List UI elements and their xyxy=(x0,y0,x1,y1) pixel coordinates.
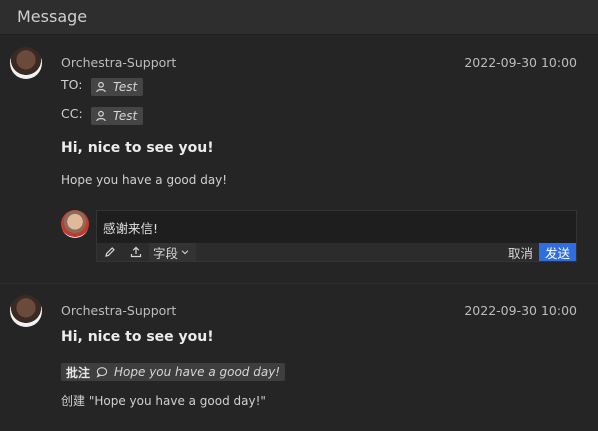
upload-button[interactable] xyxy=(123,243,149,261)
sender-avatar[interactable] xyxy=(10,47,42,79)
message-time: 2022-09-30 10:00 xyxy=(464,303,577,318)
comment-icon xyxy=(96,367,108,378)
annotation-text: Hope you have a good day! xyxy=(114,365,281,379)
fields-label: 字段 xyxy=(153,245,179,261)
cancel-button[interactable]: 取消 xyxy=(502,243,539,261)
message-subject: Hi, nice to see you! xyxy=(61,329,214,345)
reply-toolbar: 字段 取消 发送 xyxy=(97,243,576,261)
annotation-badge[interactable]: 批注 Hope you have a good day! xyxy=(61,363,286,381)
edit-button[interactable] xyxy=(97,243,123,261)
page-title: Message xyxy=(17,7,88,26)
chevron-down-icon xyxy=(181,250,189,255)
to-recipient-chip[interactable]: Test xyxy=(91,78,144,96)
sender-name: Orchestra-Support xyxy=(61,55,177,70)
message-item: Orchestra-Support 2022-09-30 10:00 Hi, n… xyxy=(0,283,598,431)
message-header: Message xyxy=(0,0,598,35)
pencil-icon xyxy=(105,247,115,257)
reply-composer: 字段 取消 发送 xyxy=(96,210,577,262)
send-button[interactable]: 发送 xyxy=(538,243,576,261)
cc-recipient-chip[interactable]: Test xyxy=(91,107,144,125)
reply-user-avatar xyxy=(61,210,89,238)
user-icon xyxy=(96,110,106,122)
sender-avatar[interactable] xyxy=(10,295,42,327)
to-label: TO: xyxy=(61,77,83,92)
annotation-tag: 批注 xyxy=(66,365,91,380)
to-recipient-name: Test xyxy=(113,80,138,94)
reply-input[interactable] xyxy=(97,211,576,243)
sender-name: Orchestra-Support xyxy=(61,303,177,318)
fields-dropdown[interactable]: 字段 xyxy=(149,243,197,261)
cc-label: CC: xyxy=(61,106,83,121)
cc-recipient-name: Test xyxy=(113,109,138,123)
message-time: 2022-09-30 10:00 xyxy=(464,55,577,70)
user-icon xyxy=(96,81,106,93)
created-note: 创建 "Hope you have a good day!" xyxy=(61,394,266,408)
message-item: Orchestra-Support 2022-09-30 10:00 TO: T… xyxy=(0,36,598,282)
upload-icon xyxy=(130,246,142,258)
message-subject: Hi, nice to see you! xyxy=(61,140,214,156)
message-body: Hope you have a good day! xyxy=(61,173,228,187)
